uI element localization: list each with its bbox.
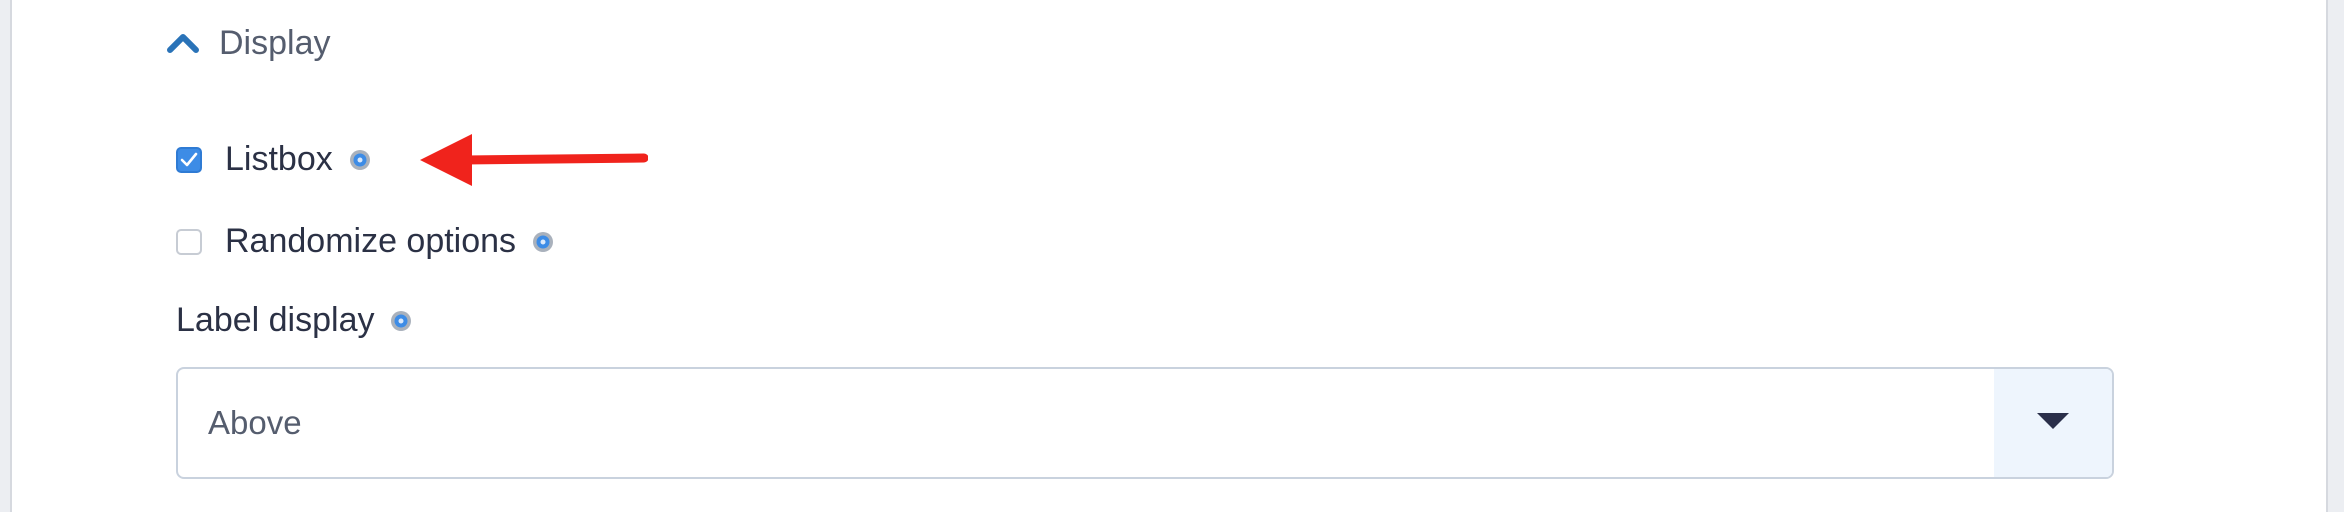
left-panel-edge — [0, 0, 12, 512]
right-panel-edge — [2326, 0, 2344, 512]
option-listbox: Listbox — [176, 140, 371, 179]
randomize-label[interactable]: Randomize options — [225, 222, 516, 261]
caret-down-icon — [2036, 411, 2070, 436]
dropdown-button[interactable] — [1994, 369, 2112, 477]
help-icon[interactable] — [532, 231, 554, 253]
chevron-up-icon — [163, 23, 203, 63]
display-settings-panel: Display Listbox Randomize options Label … — [0, 0, 2344, 512]
section-title: Display — [219, 23, 331, 62]
label-display-select[interactable]: Above — [176, 367, 2114, 479]
help-icon[interactable] — [349, 149, 371, 171]
option-randomize: Randomize options — [176, 222, 554, 261]
randomize-checkbox[interactable] — [176, 228, 202, 255]
help-icon[interactable] — [390, 310, 412, 332]
label-display-text: Label display — [176, 301, 375, 339]
red-arrow-annotation — [420, 134, 648, 186]
label-display-label: Label display — [176, 301, 412, 340]
listbox-checkbox[interactable] — [176, 146, 202, 173]
display-section-toggle[interactable]: Display — [163, 18, 330, 68]
selected-value: Above — [208, 404, 302, 441]
listbox-label[interactable]: Listbox — [225, 140, 333, 179]
